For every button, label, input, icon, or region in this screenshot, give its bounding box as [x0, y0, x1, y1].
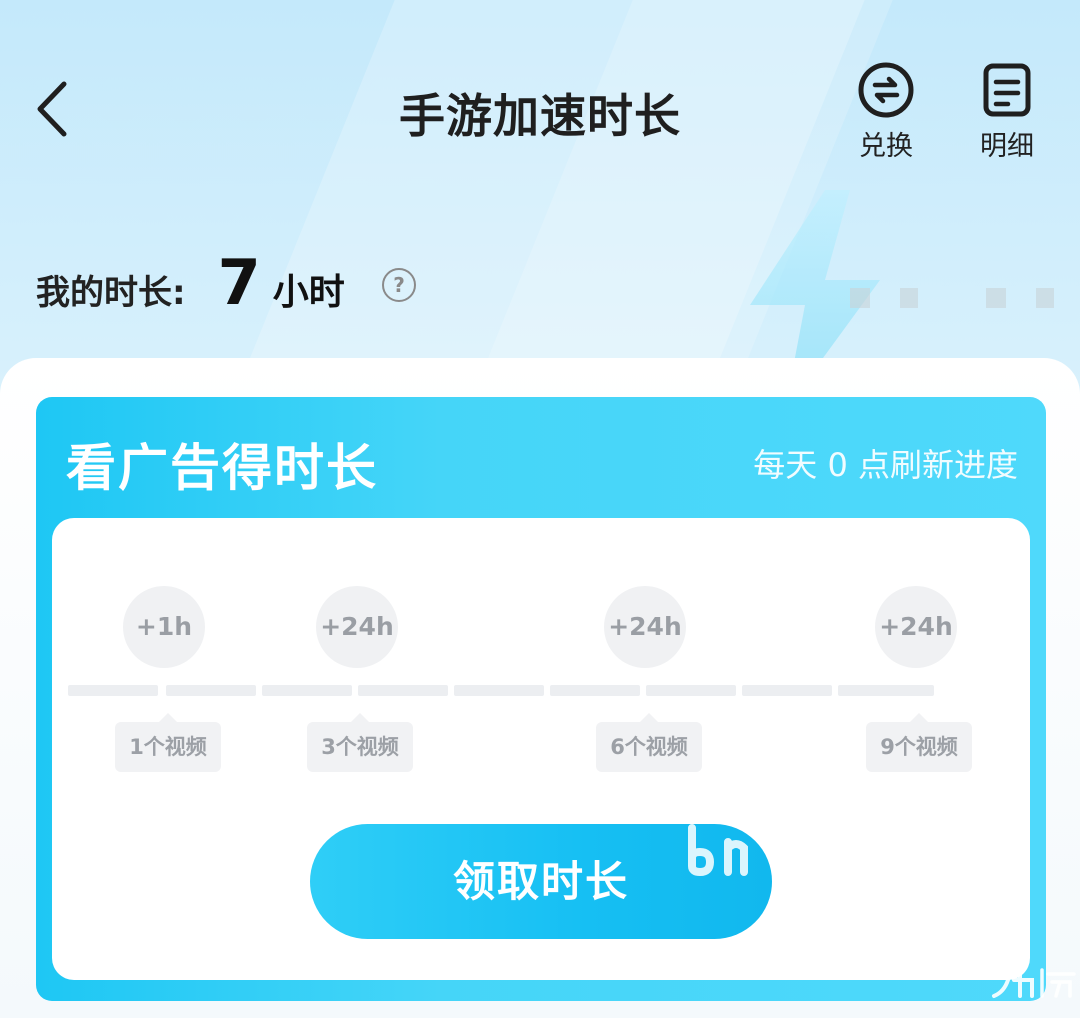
play-decoration-icon [688, 824, 748, 877]
detail-label: 明细 [980, 131, 1034, 162]
exchange-icon [858, 62, 914, 118]
video-count-tag: 6个视频 [596, 713, 702, 772]
blurred-content [900, 288, 918, 308]
milestone-reward: +24h [604, 586, 686, 668]
video-count-tag: 1个视频 [115, 713, 221, 772]
ad-card-title: 看广告得时长 [66, 439, 378, 497]
blurred-content [850, 288, 870, 308]
progress-segment [68, 685, 158, 696]
milestone-reward: +24h [875, 586, 957, 668]
my-duration-label: 我的时长: [36, 273, 186, 313]
progress-segment [550, 685, 640, 696]
progress-segment [358, 685, 448, 696]
milestone-reward: +1h [123, 586, 205, 668]
progress-segment [454, 685, 544, 696]
progress-segment [262, 685, 352, 696]
progress-segment [838, 685, 934, 696]
exchange-button[interactable]: 兑换 [841, 62, 931, 163]
video-count-tag: 3个视频 [307, 713, 413, 772]
blurred-content [986, 288, 1006, 308]
blurred-content [1036, 288, 1054, 308]
progress-segment [646, 685, 736, 696]
detail-button[interactable]: 明细 [962, 62, 1052, 163]
my-duration-unit: 小时 [272, 272, 345, 313]
milestone-reward: +24h [316, 586, 398, 668]
detail-icon [983, 63, 1031, 117]
watermark-logo [990, 962, 1080, 1001]
my-duration-value: 7 [217, 246, 261, 319]
refresh-note: 每天 0 点刷新进度 [753, 446, 1018, 484]
progress-segment [166, 685, 256, 696]
help-icon[interactable]: ? [382, 268, 416, 302]
video-count-tag: 9个视频 [866, 713, 972, 772]
my-duration: 我的时长: 7 小时 [36, 246, 345, 319]
progress-segment [742, 685, 832, 696]
exchange-label: 兑换 [859, 131, 913, 162]
